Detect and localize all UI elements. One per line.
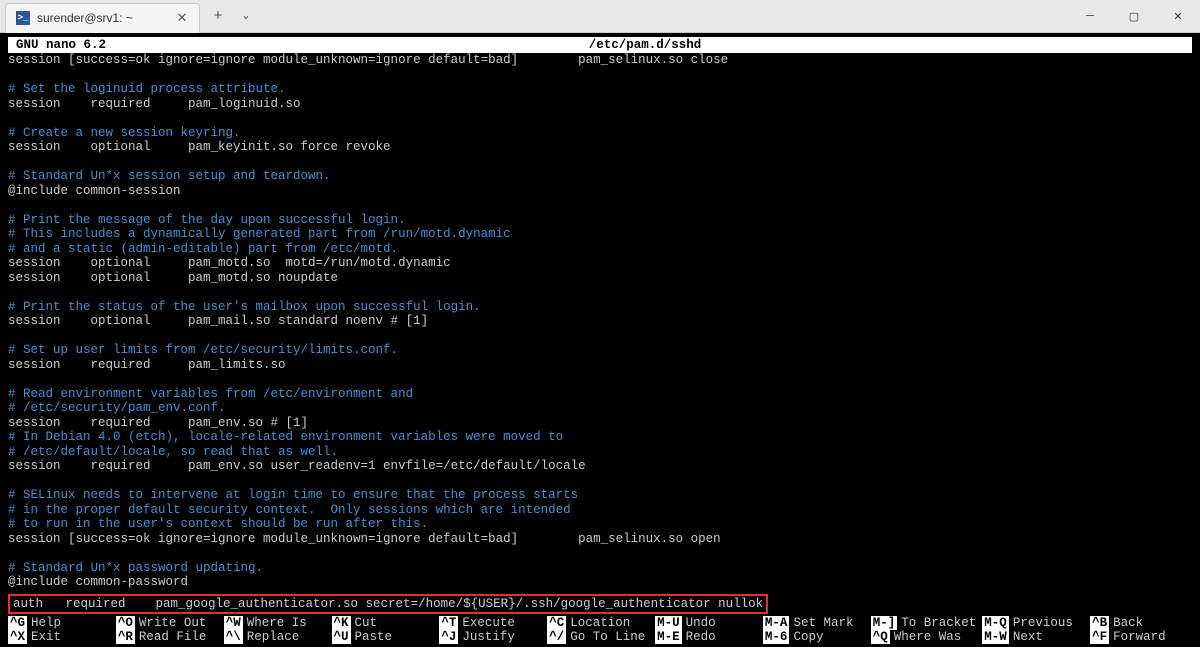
shortcut-item: M-E Redo: [655, 630, 757, 644]
shortcut-item: ^X Exit: [8, 630, 110, 644]
shortcut-item: ^\ Replace: [224, 630, 326, 644]
nano-version: GNU nano 6.2: [16, 38, 106, 52]
comment-line: # Print the message of the day upon succ…: [8, 213, 1192, 228]
shortcut-desc: Paste: [355, 630, 393, 644]
shortcut-key: ^F: [1090, 630, 1109, 644]
powershell-icon: >_: [16, 11, 30, 25]
window-titlebar: >_ surender@srv1: ~ ✕ + ⌄ ─ ▢ ✕: [0, 0, 1200, 33]
config-line: session [success=ok ignore=ignore module…: [8, 53, 1192, 68]
config-line: session optional pam_motd.so motd=/run/m…: [8, 256, 1192, 271]
shortcut-desc: Redo: [686, 630, 716, 644]
comment-line: # Read environment variables from /etc/e…: [8, 387, 1192, 402]
tab-title: surender@srv1: ~: [37, 11, 168, 25]
shortcut-item: M-6Copy: [763, 630, 865, 644]
shortcut-key: M-6: [763, 630, 790, 644]
blank-line: [8, 285, 1192, 300]
terminal-tab[interactable]: >_ surender@srv1: ~ ✕: [5, 3, 200, 33]
editor-content[interactable]: session [success=ok ignore=ignore module…: [0, 53, 1200, 614]
config-line: @include common-password: [8, 575, 1192, 590]
shortcut-desc: Where Was: [894, 630, 962, 644]
tab-dropdown-icon[interactable]: ⌄: [232, 2, 260, 30]
config-line: session [success=ok ignore=ignore module…: [8, 532, 1192, 547]
comment-line: # Set the loginuid process attribute.: [8, 82, 1192, 97]
shortcut-item: ^R Read File: [116, 630, 218, 644]
shortcut-desc: Next: [1013, 630, 1043, 644]
blank-line: [8, 155, 1192, 170]
config-line: session optional pam_motd.so noupdate: [8, 271, 1192, 286]
comment-line: # Print the status of the user's mailbox…: [8, 300, 1192, 315]
shortcut-key: ^Q: [871, 630, 890, 644]
window-controls: ─ ▢ ✕: [1068, 1, 1200, 31]
comment-line: # Create a new session keyring.: [8, 126, 1192, 141]
comment-line: # SELinux needs to intervene at login ti…: [8, 488, 1192, 503]
shortcut-key: ^R: [116, 630, 135, 644]
shortcut-item: ^U Paste: [332, 630, 434, 644]
shortcut-desc: Go To Line: [570, 630, 645, 644]
config-line: session required pam_loginuid.so: [8, 97, 1192, 112]
shortcut-key: ^/: [547, 630, 566, 644]
comment-line: # and a static (admin-editable) part fro…: [8, 242, 1192, 257]
new-tab-button[interactable]: +: [204, 2, 232, 30]
blank-line: [8, 474, 1192, 489]
blank-line: [8, 329, 1192, 344]
blank-line: [8, 111, 1192, 126]
comment-line: # Standard Un*x password updating.: [8, 561, 1192, 576]
blank-line: [8, 372, 1192, 387]
blank-line: [8, 198, 1192, 213]
config-line: session optional pam_mail.so standard no…: [8, 314, 1192, 329]
shortcut-item: M-W Next: [982, 630, 1084, 644]
shortcut-desc: Copy: [793, 630, 823, 644]
comment-line: # Standard Un*x session setup and teardo…: [8, 169, 1192, 184]
highlighted-auth-line: auth required pam_google_authenticator.s…: [8, 590, 1192, 615]
comment-line: # /etc/default/locale, so read that as w…: [8, 445, 1192, 460]
blank-line: [8, 546, 1192, 561]
comment-line: # In Debian 4.0 (etch), locale-related e…: [8, 430, 1192, 445]
shortcut-item: ^F Forward: [1090, 630, 1192, 644]
config-line: session required pam_limits.so: [8, 358, 1192, 373]
config-line: session optional pam_keyinit.so force re…: [8, 140, 1192, 155]
close-window-button[interactable]: ✕: [1156, 1, 1200, 31]
shortcut-item: ^J Justify: [439, 630, 541, 644]
config-line: @include common-session: [8, 184, 1192, 199]
blank-line: [8, 68, 1192, 83]
comment-line: # /etc/security/pam_env.conf.: [8, 401, 1192, 416]
comment-line: # This includes a dynamically generated …: [8, 227, 1192, 242]
comment-line: # in the proper default security context…: [8, 503, 1192, 518]
shortcut-desc: Justify: [462, 630, 515, 644]
comment-line: # to run in the user's context should be…: [8, 517, 1192, 532]
nano-header-bar: GNU nano 6.2 /etc/pam.d/sshd: [8, 37, 1192, 53]
shortcut-desc: Read File: [139, 630, 207, 644]
shortcut-key: ^U: [332, 630, 351, 644]
shortcut-item: ^/ Go To Line: [547, 630, 649, 644]
shortcut-key: ^J: [439, 630, 458, 644]
config-line: session required pam_env.so user_readenv…: [8, 459, 1192, 474]
close-tab-icon[interactable]: ✕: [175, 11, 189, 25]
comment-line: # Set up user limits from /etc/security/…: [8, 343, 1192, 358]
shortcut-key: ^\: [224, 630, 243, 644]
minimize-button[interactable]: ─: [1068, 1, 1112, 31]
terminal-area[interactable]: GNU nano 6.2 /etc/pam.d/sshd session [su…: [0, 33, 1200, 628]
nano-filename: /etc/pam.d/sshd: [106, 38, 1184, 52]
shortcut-desc: Replace: [247, 630, 300, 644]
shortcut-key: ^X: [8, 630, 27, 644]
shortcut-desc: Exit: [31, 630, 61, 644]
config-line: session required pam_env.so # [1]: [8, 416, 1192, 431]
shortcut-desc: Forward: [1113, 630, 1166, 644]
maximize-button[interactable]: ▢: [1112, 1, 1156, 31]
shortcut-item: ^Q Where Was: [871, 630, 977, 644]
shortcut-key: M-W: [982, 630, 1009, 644]
nano-shortcuts: ^GHelp^OWrite Out^WWhere Is^KCut^TExecut…: [0, 614, 1200, 647]
shortcut-key: M-E: [655, 630, 682, 644]
